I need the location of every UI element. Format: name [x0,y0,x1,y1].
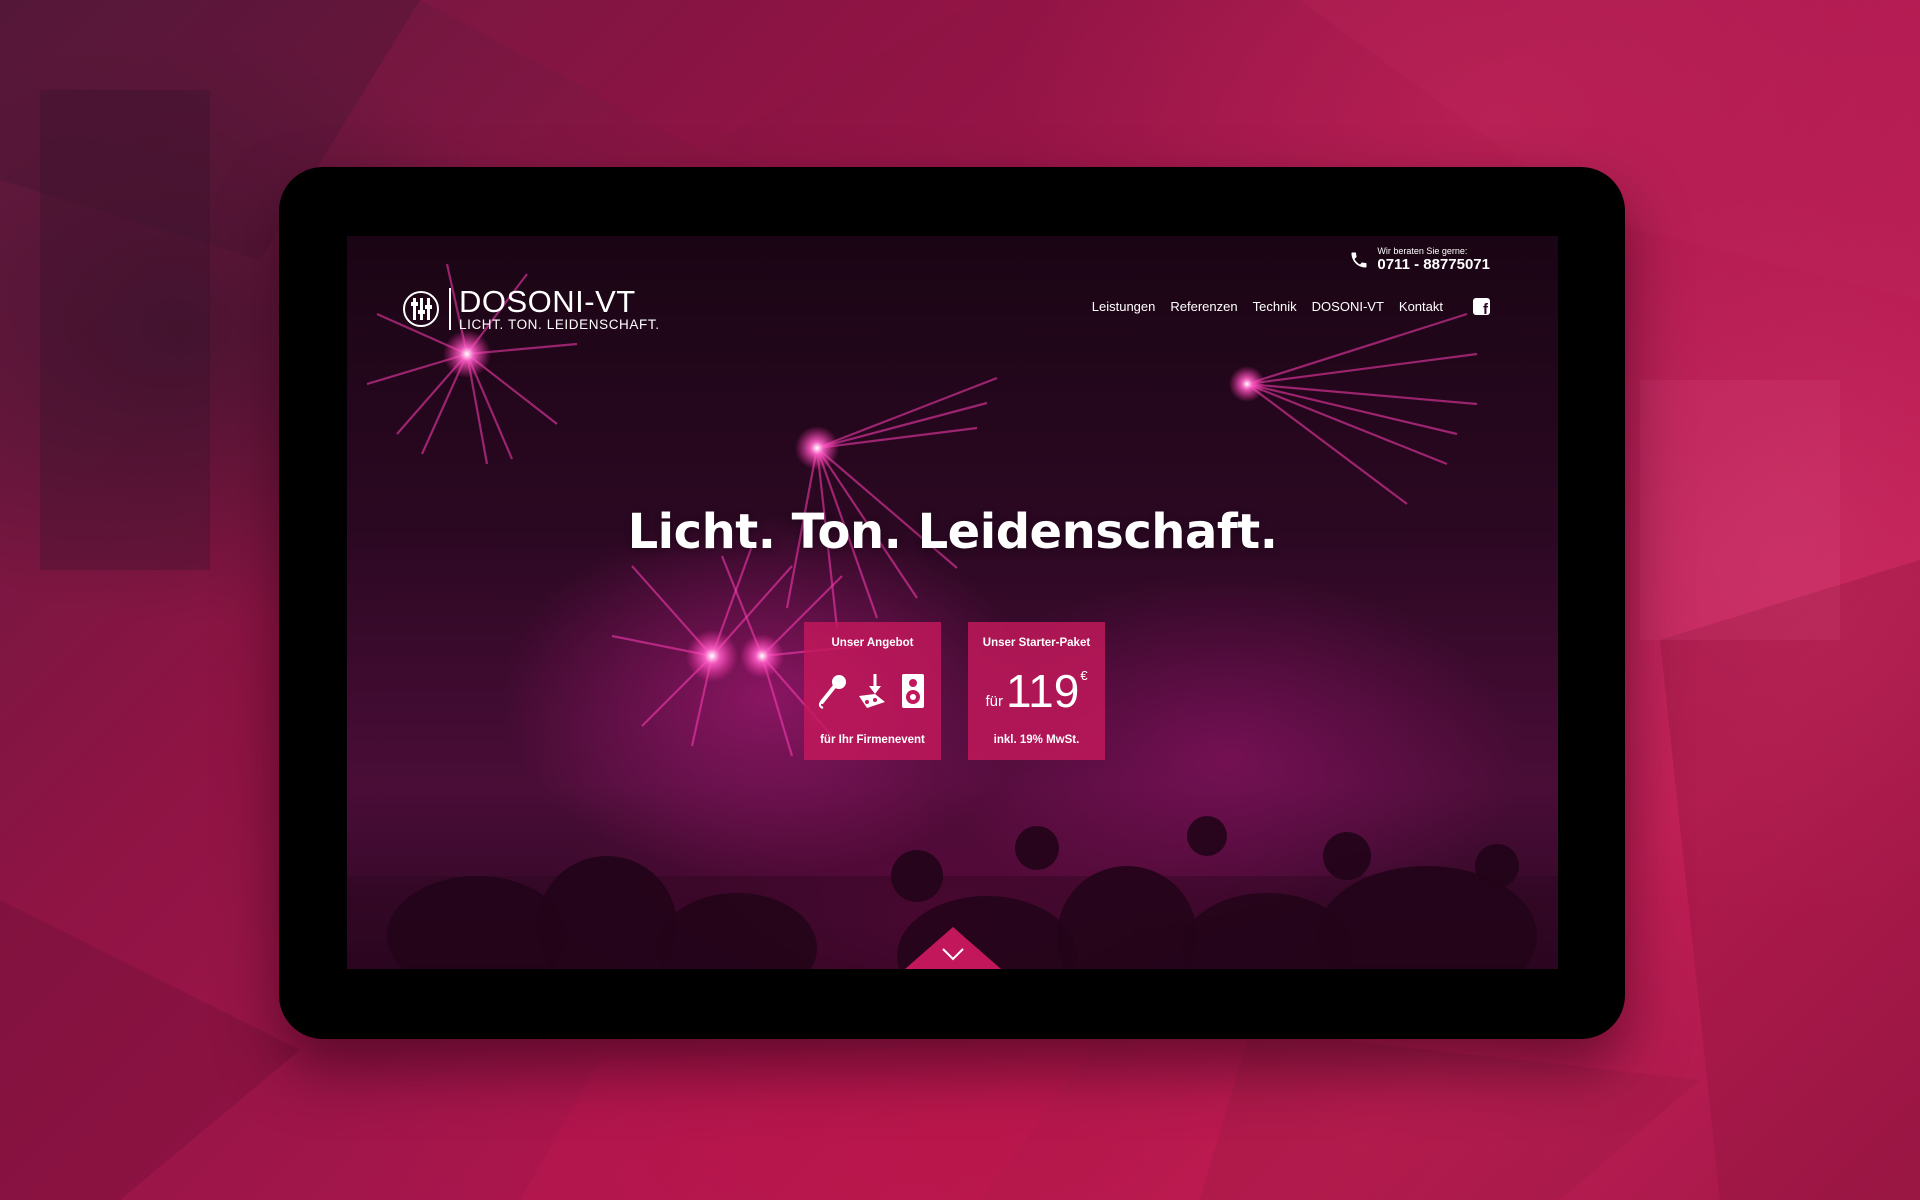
brand-name: DOSONI-VT [459,284,636,319]
microphone-icon [818,675,846,709]
chevron-down-icon[interactable] [941,947,965,961]
offer-card-footer: für Ihr Firmenevent [820,734,925,746]
offer-card-title: Unser Angebot [831,637,914,649]
logo-divider [449,287,451,330]
tablet-frame: DOSONI-VT LICHT. TON. LEIDENSCHAFT. Wir … [279,167,1625,1039]
contact-phone-number[interactable]: 0711 - 88775071 [1377,256,1490,273]
brand-tagline: LICHT. TON. LEIDENSCHAFT. [459,317,660,332]
offer-card[interactable]: Unser Angebot für Ihr Firmenevent [804,622,941,760]
price-currency: € [1080,668,1088,683]
offer-card-icons [804,672,941,710]
mixer-faders-icon [403,290,439,327]
nav-item-referenzen[interactable]: Referenzen [1170,299,1237,314]
concert-stage-image [347,263,1558,969]
nav-item-kontakt[interactable]: Kontakt [1399,299,1443,314]
nav-item-technik[interactable]: Technik [1253,299,1297,314]
contact-label: Wir beraten Sie gerne: [1377,246,1468,256]
hero-cards: Unser Angebot für Ihr Firmenevent Unser … [804,622,1105,760]
main-navigation: Leistungen Referenzen Technik DOSONI-VT … [1092,298,1490,318]
nav-item-dosoni-vt[interactable]: DOSONI-VT [1312,299,1384,314]
website-screen: DOSONI-VT LICHT. TON. LEIDENSCHAFT. Wir … [347,236,1558,969]
starter-price: für 119 € [968,668,1105,714]
price-value: 119 [1005,665,1080,717]
starter-card-title: Unser Starter-Paket [982,637,1091,649]
nav-item-leistungen[interactable]: Leistungen [1092,299,1156,314]
mixer-download-icon [858,674,885,708]
phone-icon [1351,252,1367,268]
starter-package-card[interactable]: Unser Starter-Paket für 119 € inkl. 19% … [968,622,1105,760]
starter-card-footer: inkl. 19% MwSt. [993,734,1080,746]
hero-headline: Licht. Ton. Leidenschaft. [627,504,1278,560]
price-prefix: für [985,693,1003,710]
site-logo[interactable]: DOSONI-VT LICHT. TON. LEIDENSCHAFT. [403,286,660,332]
contact-hotline[interactable]: Wir beraten Sie gerne: 0711 - 88775071 [1349,246,1490,274]
facebook-icon[interactable] [1473,298,1490,318]
logo-text: DOSONI-VT LICHT. TON. LEIDENSCHAFT. [459,286,660,332]
speaker-icon [901,674,924,708]
